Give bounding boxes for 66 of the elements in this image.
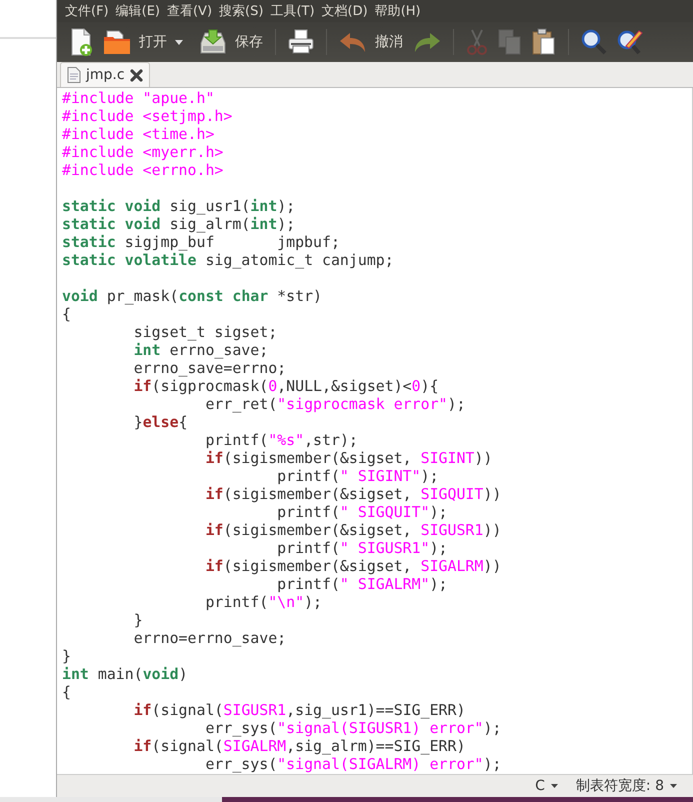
menu-item[interactable]: 文档(D) <box>320 2 373 20</box>
code-line: if(sigismember(&sigset, SIGQUIT)) <box>204 485 502 503</box>
menu-item[interactable]: 搜索(S) <box>217 2 268 20</box>
code-line: printf(" SIGINT"); <box>276 467 439 485</box>
code-line: static volatile sig_atomic_t canjump; <box>62 251 394 269</box>
code-line: printf("\n"); <box>204 593 322 611</box>
code-line: int errno_save; <box>132 341 268 359</box>
code-line: err_sys("signal(SIGUSR1) error"); <box>204 719 502 737</box>
code-line: err_sys("signal(SIGALRM) error"); <box>204 755 502 773</box>
code-line: errno_save=errno; <box>132 359 286 377</box>
menu-item[interactable]: 帮助(H) <box>372 2 426 20</box>
menu-item[interactable]: 编辑(E) <box>114 2 165 20</box>
code-line: if(signal(SIGUSR1,sig_usr1)==SIG_ERR) <box>132 701 466 719</box>
code-line: }else{ <box>132 413 188 431</box>
open-button[interactable]: 打开 <box>99 24 171 60</box>
code-line: static void sig_usr1(int); <box>62 197 296 215</box>
code-line: { <box>62 683 71 701</box>
code-line: #include <myerr.h> <box>62 143 224 161</box>
code-line: } <box>62 647 71 665</box>
folder-icon <box>103 29 131 55</box>
code-line: { <box>62 305 71 323</box>
scissors-icon <box>466 28 488 56</box>
caret-icon[interactable] <box>175 40 183 44</box>
code-line: } <box>132 611 143 629</box>
magnifier-pencil-icon <box>617 29 643 55</box>
download-drive-icon <box>199 29 227 55</box>
menu-item[interactable]: 查看(V) <box>164 2 218 20</box>
code-line: void pr_mask(const char *str) <box>62 287 322 305</box>
copy-icon <box>498 29 522 55</box>
code-line: if(sigismember(&sigset, SIGINT)) <box>204 449 492 467</box>
code-line: printf(" SIGQUIT"); <box>276 503 448 521</box>
caret-icon <box>550 784 558 788</box>
code-line: printf("%s",str); <box>204 431 358 449</box>
tab-width-selector[interactable]: 制表符宽度: 8 <box>576 777 677 795</box>
file-tab[interactable]: jmp.c <box>60 62 150 87</box>
code-line: #include <setjmp.h> <box>62 107 232 125</box>
save-button[interactable]: 保存 <box>195 24 267 60</box>
menu-item[interactable]: 文件(F) <box>63 2 114 20</box>
language-selector[interactable]: C <box>535 778 558 794</box>
tab-label: jmp.c <box>86 67 125 83</box>
code-line: sigset_t sigset; <box>132 323 278 341</box>
printer-icon <box>288 29 314 55</box>
menu-item[interactable]: 工具(T) <box>268 2 320 20</box>
code-line: printf(" SIGUSR1"); <box>276 539 448 557</box>
code-line: int main(void) <box>62 665 188 683</box>
undo-button[interactable]: 撤消 <box>335 24 407 60</box>
code-line: if(sigismember(&sigset, SIGUSR1)) <box>204 521 502 539</box>
code-line: #include <errno.h> <box>62 161 224 179</box>
file-icon <box>67 67 81 83</box>
search-icon <box>581 29 607 55</box>
code-line: if(sigismember(&sigset, SIGALRM)) <box>204 557 502 575</box>
code-line: err_ret("sigprocmask error"); <box>204 395 466 413</box>
clipboard-icon <box>532 28 556 56</box>
code-line: if(signal(SIGALRM,sig_alrm)==SIG_ERR) <box>132 737 466 755</box>
code-line: static sigjmp_buf jmpbuf; <box>62 233 340 251</box>
code-line: #include "apue.h" <box>62 89 214 107</box>
redo-icon <box>413 31 441 53</box>
code-line: #include <time.h> <box>62 125 214 143</box>
close-icon[interactable] <box>130 68 143 82</box>
code-line: static void sig_alrm(int); <box>62 215 296 233</box>
caret-icon <box>670 784 677 788</box>
code-line: if(sigprocmask(0,NULL,&sigset)<0){ <box>132 377 439 395</box>
code-line: errno=errno_save; <box>132 629 286 647</box>
undo-icon <box>339 31 367 53</box>
new-file-icon <box>69 28 93 56</box>
code-line: printf(" SIGALRM"); <box>276 575 448 593</box>
